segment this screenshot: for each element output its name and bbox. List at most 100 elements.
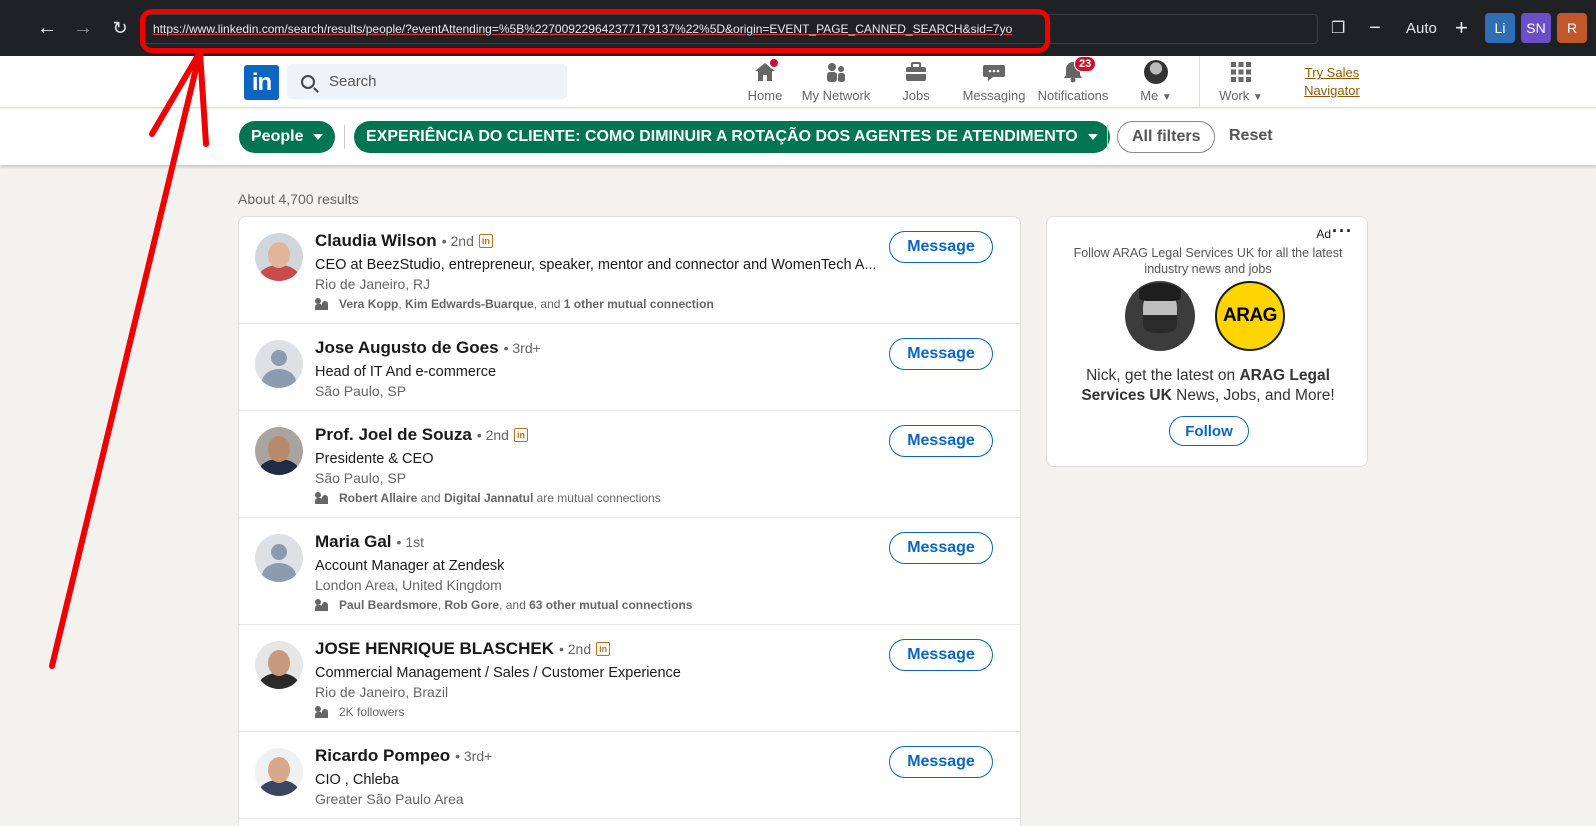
people-icon xyxy=(315,492,329,504)
linkedin-logo[interactable]: in xyxy=(244,65,279,100)
profile-headline: CEO at BeezStudio, entrepreneur, speaker… xyxy=(315,257,875,273)
message-button[interactable]: Message xyxy=(889,639,993,671)
profile-button-sn[interactable]: SN xyxy=(1521,13,1551,43)
ad-headline: Nick, get the latest on ARAG Legal Servi… xyxy=(1081,367,1335,404)
reload-icon[interactable]: ↻ xyxy=(106,14,134,42)
profile-avatar[interactable] xyxy=(255,748,303,796)
nav-home[interactable]: Home xyxy=(737,57,793,106)
tab-search-icon[interactable]: ❐ xyxy=(1331,14,1345,42)
chevron-down-icon xyxy=(313,134,324,140)
mutual-connections[interactable]: 2K followers xyxy=(315,705,404,719)
connection-degree: • 3rd+ xyxy=(455,748,493,764)
nav-home-label: Home xyxy=(747,88,783,103)
result-name-line: Jose Augusto de Goes • 3rd+ xyxy=(315,338,541,358)
message-button[interactable]: Message xyxy=(889,338,993,370)
linkedin-header: in Search Home My Network Jobs Messaging… xyxy=(0,56,1596,108)
ad-user-avatar xyxy=(1125,281,1195,351)
search-input[interactable]: Search xyxy=(287,64,567,99)
profile-avatar[interactable] xyxy=(255,534,303,582)
mutual-text: Paul Beardsmore xyxy=(339,598,438,612)
profile-headline: Head of IT And e-commerce xyxy=(315,364,497,380)
nav-me[interactable]: Me ▼ xyxy=(1136,60,1176,106)
profile-avatar[interactable] xyxy=(255,641,303,689)
nav-work-label: Work ▼ xyxy=(1219,88,1263,103)
ad-label: Ad xyxy=(1316,227,1331,241)
profile-name-link[interactable]: Ricardo Pompeo xyxy=(315,746,450,766)
message-button[interactable]: Message xyxy=(889,425,993,457)
result-name-line: Ricardo Pompeo • 3rd+ xyxy=(315,746,492,766)
mutual-text: Rob Gore xyxy=(444,598,500,612)
profile-headline: CIO , Chleba xyxy=(315,772,399,788)
mutual-text: 63 other mutual connections xyxy=(529,598,693,612)
people-filter-label: People xyxy=(251,128,304,145)
result-row: Prof. Joel de Souza • 2nd in Presidente & C… xyxy=(239,411,1020,518)
mutual-text: Robert Allaire xyxy=(339,491,418,505)
chevron-down-icon: ▼ xyxy=(1252,92,1263,103)
people-filter-button[interactable]: People xyxy=(239,121,336,153)
message-button[interactable]: Message xyxy=(889,746,993,778)
profile-name-link[interactable]: Jose Augusto de Goes xyxy=(315,338,499,358)
nav-jobs-label: Jobs xyxy=(902,88,930,103)
mutual-text: , and xyxy=(533,297,564,311)
mutual-text: 2K followers xyxy=(339,705,405,719)
mutual-connections[interactable]: Robert Allaire and Digital Jannatul are … xyxy=(315,491,661,505)
search-filter-bar: People EXPERIÊNCIA DO CLIENTE: COMO DIMI… xyxy=(0,109,1596,165)
nav-work[interactable]: Work ▼ xyxy=(1216,60,1266,106)
mutual-text: 1 other mutual connection xyxy=(563,297,714,311)
connection-degree: • 2nd xyxy=(441,233,474,249)
reset-button[interactable]: Reset xyxy=(1229,127,1273,145)
result-row: Claudia Wilson • 2nd in CEO at BeezStudio, … xyxy=(239,217,1020,324)
profile-location: Rio de Janeiro, Brazil xyxy=(315,684,449,700)
zoom-out-icon[interactable]: − xyxy=(1369,14,1381,42)
premium-badge-icon: in xyxy=(596,642,611,656)
nav-jobs[interactable]: Jobs xyxy=(893,60,939,106)
network-icon xyxy=(823,60,849,84)
nav-my-network[interactable]: My Network xyxy=(796,60,876,106)
event-filter-button[interactable]: EXPERIÊNCIA DO CLIENTE: COMO DIMINUIR A … xyxy=(354,121,1110,153)
back-arrow-icon[interactable]: ← xyxy=(33,14,61,42)
arag-logo[interactable]: ARAG xyxy=(1215,281,1285,351)
ad-follow-button[interactable]: Follow xyxy=(1169,416,1249,446)
profile-location: London Area, United Kingdom xyxy=(315,577,502,593)
profile-button-r[interactable]: R xyxy=(1557,13,1587,43)
ad-follow-text: Follow ARAG Legal Services UK for all th… xyxy=(1073,246,1343,276)
forward-arrow-icon[interactable]: → xyxy=(69,14,97,42)
notifications-count-badge: 23 xyxy=(1074,56,1097,72)
zoom-in-icon[interactable]: + xyxy=(1455,14,1468,42)
message-button[interactable]: Message xyxy=(889,231,993,263)
profile-avatar[interactable] xyxy=(255,427,303,475)
search-placeholder: Search xyxy=(329,73,377,90)
more-options-icon[interactable]: ··· xyxy=(1332,221,1353,242)
profile-name-link[interactable]: JOSE HENRIQUE BLASCHEK xyxy=(315,639,554,659)
filter-divider xyxy=(1107,125,1108,149)
profile-name-link[interactable]: Claudia Wilson xyxy=(315,231,437,251)
nav-notifications[interactable]: 23 Notifications xyxy=(1036,56,1110,106)
connection-degree: • 2nd xyxy=(558,641,592,657)
result-name-line: JOSE HENRIQUE BLASCHEK • 2nd in xyxy=(315,639,611,659)
chat-icon xyxy=(981,60,1007,84)
profile-button-li[interactable]: Li xyxy=(1485,13,1515,43)
result-row: Ricardo Pompeo • 3rd+ CIO , Chleba Greater … xyxy=(239,732,1020,819)
try-sales-navigator-link[interactable]: Try Sales Navigator xyxy=(1298,64,1366,100)
avatar-icon xyxy=(1143,60,1169,84)
mutual-connections[interactable]: Paul Beardsmore, Rob Gore, and 63 other … xyxy=(315,598,692,612)
mutual-text: Vera Kopp xyxy=(339,297,399,311)
nav-messaging[interactable]: Messaging xyxy=(959,60,1029,106)
home-icon xyxy=(752,57,780,84)
mutual-text: Kim Edwards-Buarque xyxy=(405,297,534,311)
profile-avatar[interactable] xyxy=(255,233,303,281)
message-button[interactable]: Message xyxy=(889,532,993,564)
profile-name-link[interactable]: Maria Gal xyxy=(315,532,392,552)
profile-name-link[interactable]: Prof. Joel de Souza xyxy=(315,425,472,445)
profile-avatar[interactable] xyxy=(255,340,303,388)
profile-location: Greater São Paulo Area xyxy=(315,791,464,807)
people-icon xyxy=(315,599,329,611)
all-filters-button[interactable]: All filters xyxy=(1117,121,1216,153)
connection-degree: • 2nd xyxy=(476,427,509,443)
chevron-down-icon xyxy=(1087,134,1098,140)
result-name-line: Prof. Joel de Souza • 2nd in xyxy=(315,425,528,445)
zoom-level[interactable]: Auto xyxy=(1406,14,1437,42)
mutual-connections[interactable]: Vera Kopp, Kim Edwards-Buarque, and 1 ot… xyxy=(315,297,714,311)
home-notification-dot xyxy=(768,57,780,69)
mutual-text: , and xyxy=(499,598,530,612)
